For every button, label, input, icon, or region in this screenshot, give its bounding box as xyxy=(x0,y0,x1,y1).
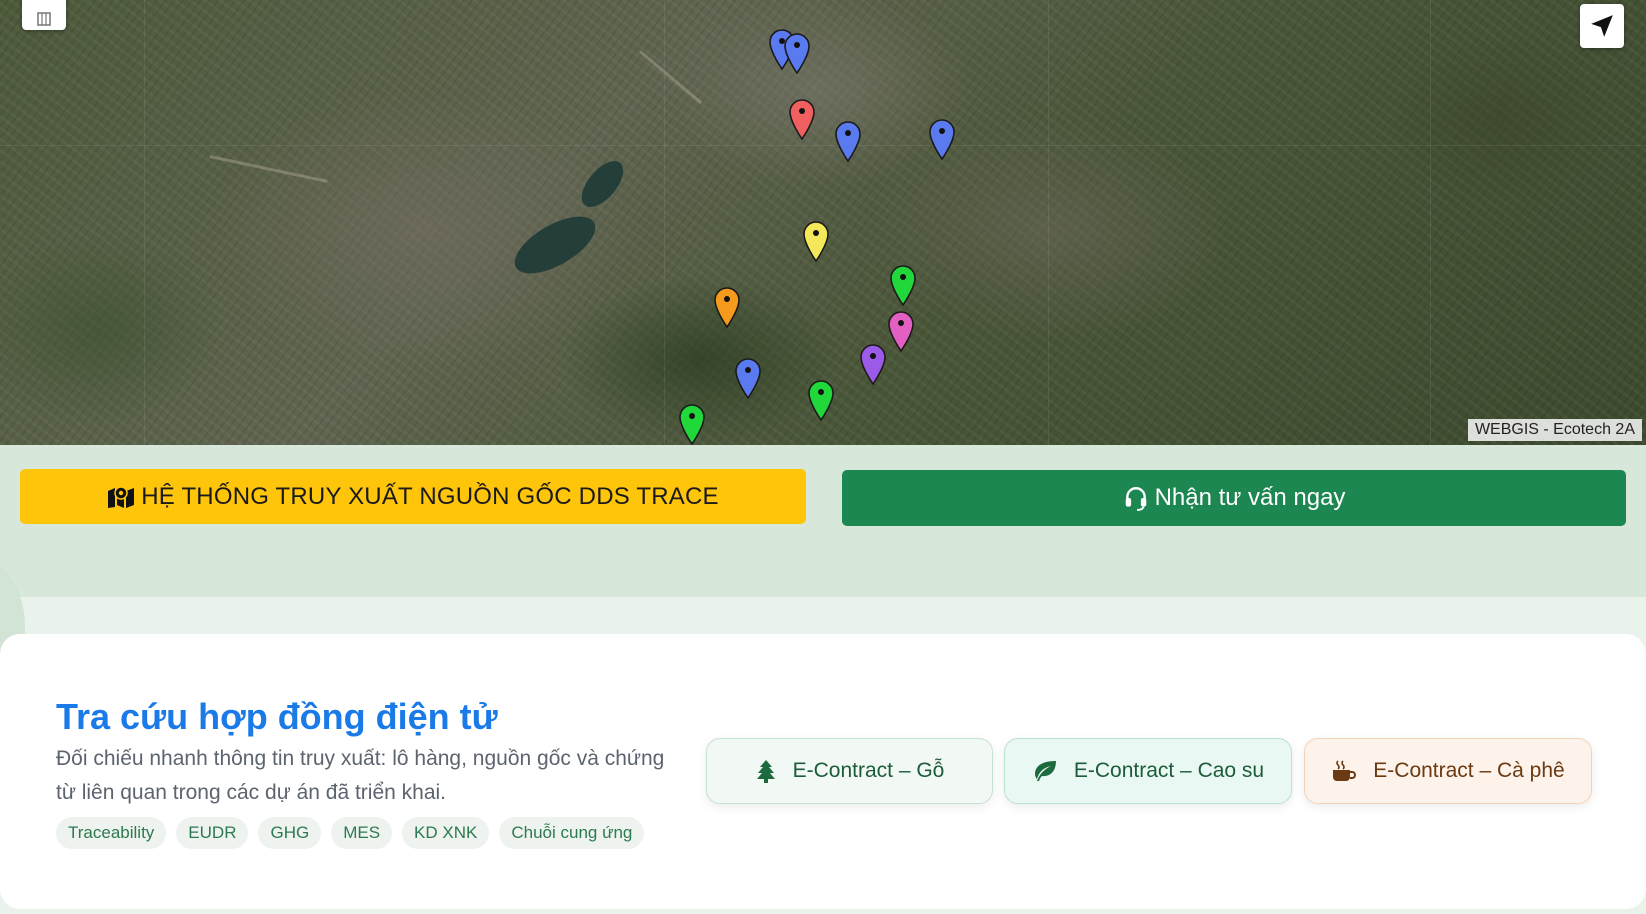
marker-orange-icon[interactable] xyxy=(714,287,740,329)
econtract-wood-label: E-Contract – Gỗ xyxy=(792,759,945,782)
tag-traceability: Traceability xyxy=(56,817,167,849)
map-pin-icon xyxy=(107,485,135,509)
econtract-title: Tra cứu hợp đồng điện tử xyxy=(56,696,498,737)
marker-blue-icon[interactable] xyxy=(835,121,861,163)
consult-label: Nhận tư vấn ngay xyxy=(1154,484,1346,511)
econtract-coffee-label: E-Contract – Cà phê xyxy=(1373,759,1565,782)
tag-list: Traceability EUDR GHG MES KD XNK Chuỗi c… xyxy=(56,817,645,849)
satellite-map[interactable]: WEBGIS - Ecotech 2A xyxy=(0,0,1646,445)
marker-blue-icon[interactable] xyxy=(735,358,761,400)
tag-supply-chain: Chuỗi cung ứng xyxy=(499,817,645,849)
econtract-rubber-label: E-Contract – Cao su xyxy=(1073,759,1265,782)
map-attribution: WEBGIS - Ecotech 2A xyxy=(1467,419,1642,441)
econtract-wood-button[interactable]: E-Contract – Gỗ xyxy=(706,738,993,804)
tag-ghg: GHG xyxy=(258,817,322,849)
marker-red-icon[interactable] xyxy=(789,99,815,141)
tag-mes: MES xyxy=(331,817,393,849)
econtract-description: Đối chiếu nhanh thông tin truy xuất: lô … xyxy=(56,747,665,804)
coffee-cup-icon xyxy=(1331,760,1357,782)
tree-icon xyxy=(755,759,777,783)
marker-blue-icon[interactable] xyxy=(929,119,955,161)
trace-system-label: HỆ THỐNG TRUY XUẤT NGUỒN GỐC DDS TRACE xyxy=(141,482,719,510)
consult-button[interactable]: Nhận tư vấn ngay xyxy=(842,470,1626,526)
leaf-icon xyxy=(1032,760,1058,782)
marker-purple-icon[interactable] xyxy=(860,344,886,386)
marker-green-icon[interactable] xyxy=(890,265,916,307)
headset-icon xyxy=(1123,485,1149,511)
tag-kd-xnk: KD XNK xyxy=(402,817,490,849)
map-markers xyxy=(679,29,955,445)
marker-green-icon[interactable] xyxy=(808,380,834,422)
marker-green-icon[interactable] xyxy=(679,404,705,445)
econtract-rubber-button[interactable]: E-Contract – Cao su xyxy=(1004,738,1292,804)
tag-eudr: EUDR xyxy=(176,817,249,849)
marker-blue-icon[interactable] xyxy=(784,33,810,75)
trace-system-button[interactable]: HỆ THỐNG TRUY XUẤT NGUỒN GỐC DDS TRACE xyxy=(20,469,806,524)
marker-yellow-icon[interactable] xyxy=(803,221,829,263)
marker-pink-icon[interactable] xyxy=(888,311,914,353)
econtract-coffee-button[interactable]: E-Contract – Cà phê xyxy=(1304,738,1592,804)
